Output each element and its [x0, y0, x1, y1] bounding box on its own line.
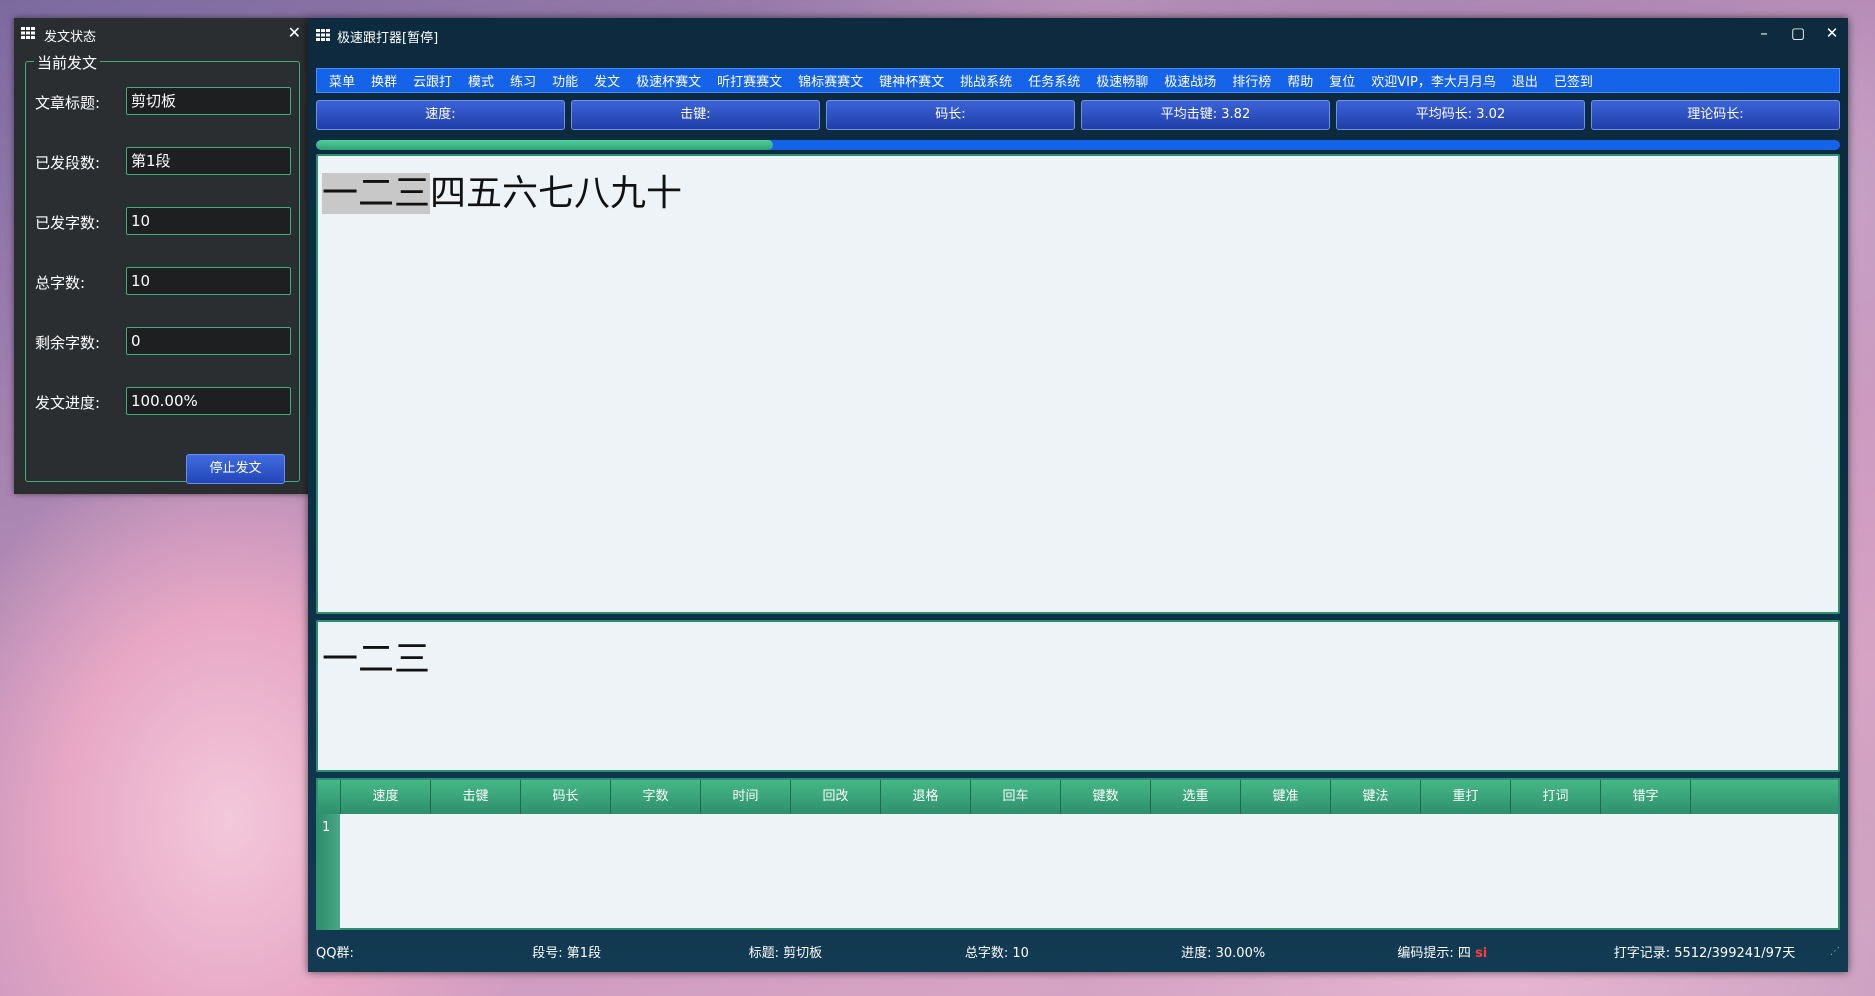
- column-header[interactable]: 回车: [971, 780, 1061, 814]
- typing-progress-fill: [316, 140, 774, 150]
- send-status-panel: 发文状态 ✕ 当前发文 文章标题: 剪切板 已发段数: 第1段 已发字数: 10…: [14, 18, 309, 494]
- column-header[interactable]: 键准: [1241, 780, 1331, 814]
- column-header[interactable]: 码长: [521, 780, 611, 814]
- menu-item[interactable]: 排行榜: [1224, 71, 1279, 90]
- stats-bar: 速度: 击键: 码长: 平均击键: 3.82 平均码长: 3.02 理论码长:: [316, 100, 1840, 130]
- status-bar: QQ群: 段号: 第1段 标题: 剪切板 总字数: 10 进度: 30.00% …: [316, 936, 1840, 966]
- menu-item[interactable]: 练习: [502, 71, 544, 90]
- menu-bar: 菜单 换群 云跟打 模式 练习 功能 发文 极速杯赛文 听打赛赛文 锦标赛赛文 …: [316, 68, 1840, 93]
- send-status-title: 发文状态: [44, 30, 97, 45]
- column-header[interactable]: 键法: [1331, 780, 1421, 814]
- menu-item[interactable]: 模式: [460, 71, 502, 90]
- typed-text: 一二三: [322, 639, 431, 680]
- avg-keystroke-stat[interactable]: 平均击键: 3.82: [1081, 100, 1330, 130]
- row-header[interactable]: 1: [318, 814, 340, 930]
- menu-item[interactable]: 功能: [544, 71, 586, 90]
- menu-item[interactable]: 菜单: [321, 71, 363, 90]
- menu-item[interactable]: 键神杯赛文: [871, 71, 952, 90]
- menu-item[interactable]: 换群: [363, 71, 405, 90]
- source-remaining-portion: 四五六七八九十: [430, 173, 683, 214]
- column-header[interactable]: 打词: [1511, 780, 1601, 814]
- source-text-area[interactable]: 一二三四五六七八九十: [316, 154, 1840, 614]
- menu-item[interactable]: 挑战系统: [952, 71, 1020, 90]
- window-title: 极速跟打器[暂停]: [337, 31, 439, 46]
- sent-segments-field[interactable]: 第1段: [126, 147, 291, 175]
- column-header[interactable]: 键数: [1061, 780, 1151, 814]
- column-header[interactable]: 退格: [881, 780, 971, 814]
- keystroke-stat[interactable]: 击键:: [571, 100, 820, 130]
- column-header[interactable]: 时间: [701, 780, 791, 814]
- close-icon[interactable]: ✕: [288, 23, 301, 42]
- total-chars-label: 总字数:: [35, 274, 86, 292]
- column-header[interactable]: 回改: [791, 780, 881, 814]
- table-header: 速度 击键 码长 字数 时间 回改 退格 回车 键数 选重 键准 键法 重打 打…: [318, 780, 1838, 814]
- article-title-field[interactable]: 剪切板: [126, 87, 291, 115]
- typing-record-status: 打字记录: 5512/399241/97天: [1613, 945, 1796, 961]
- maximize-icon[interactable]: ▢: [1788, 24, 1808, 42]
- column-header[interactable]: 选重: [1151, 780, 1241, 814]
- menu-item[interactable]: 极速杯赛文: [628, 71, 709, 90]
- app-grid-icon: [316, 29, 330, 41]
- resize-grip-icon[interactable]: ⋰: [1830, 946, 1840, 957]
- theory-code-length-stat[interactable]: 理论码长:: [1591, 100, 1840, 130]
- minimize-icon[interactable]: –: [1754, 24, 1774, 42]
- column-header[interactable]: 重打: [1421, 780, 1511, 814]
- code-hint-label: 编码提示: 四: [1397, 945, 1471, 961]
- menu-item[interactable]: 极速畅聊: [1088, 71, 1156, 90]
- menu-item[interactable]: 云跟打: [405, 71, 460, 90]
- result-table: 速度 击键 码长 字数 时间 回改 退格 回车 键数 选重 键准 键法 重打 打…: [316, 778, 1840, 930]
- app-grid-icon: [21, 27, 35, 39]
- send-status-titlebar[interactable]: 发文状态 ✕: [14, 18, 309, 50]
- menu-item[interactable]: 发文: [586, 71, 628, 90]
- code-hint-status: 编码提示: 四 si: [1397, 942, 1613, 961]
- column-header[interactable]: 字数: [611, 780, 701, 814]
- table-corner: [318, 780, 341, 814]
- menu-item[interactable]: 极速战场: [1156, 71, 1224, 90]
- source-typed-portion: 一二三: [322, 173, 431, 214]
- group-title: 当前发文: [34, 52, 101, 73]
- sent-chars-label: 已发字数:: [35, 214, 101, 232]
- stop-send-button[interactable]: 停止发文: [186, 454, 285, 484]
- send-progress-field[interactable]: 100.00%: [126, 387, 291, 415]
- menu-item[interactable]: 复位: [1321, 71, 1363, 90]
- remaining-chars-label: 剩余字数:: [35, 334, 101, 352]
- typing-input-area[interactable]: 一二三: [316, 620, 1840, 772]
- article-title-label: 文章标题:: [35, 94, 101, 112]
- title-status: 标题: 剪切板: [748, 945, 823, 961]
- qq-group-status: QQ群:: [316, 945, 354, 961]
- menu-item[interactable]: 帮助: [1279, 71, 1321, 90]
- code-hint-code: si: [1475, 945, 1488, 961]
- menu-item[interactable]: 退出: [1504, 71, 1546, 90]
- main-window: 极速跟打器[暂停] – ▢ ✕ 菜单 换群 云跟打 模式 练习 功能 发文 极速…: [308, 18, 1848, 972]
- row-number: 1: [322, 820, 331, 835]
- menu-item[interactable]: 已签到: [1546, 71, 1601, 90]
- column-header[interactable]: 击键: [431, 780, 521, 814]
- source-text: 一二三四五六七八九十: [322, 164, 682, 216]
- menu-item[interactable]: 听打赛赛文: [709, 71, 790, 90]
- code-length-stat[interactable]: 码长:: [826, 100, 1075, 130]
- total-chars-status: 总字数: 10: [964, 945, 1029, 961]
- remaining-chars-field[interactable]: 0: [126, 327, 291, 355]
- current-send-group: 当前发文 文章标题: 剪切板 已发段数: 第1段 已发字数: 10 总字数: 1…: [25, 52, 300, 484]
- sent-chars-field[interactable]: 10: [126, 207, 291, 235]
- segment-status: 段号: 第1段: [532, 945, 602, 961]
- column-header[interactable]: 错字: [1601, 780, 1691, 814]
- speed-stat[interactable]: 速度:: [316, 100, 565, 130]
- sent-segments-label: 已发段数:: [35, 154, 101, 172]
- close-icon[interactable]: ✕: [1822, 24, 1842, 42]
- send-progress-label: 发文进度:: [35, 394, 101, 412]
- menu-item[interactable]: 锦标赛赛文: [790, 71, 871, 90]
- total-chars-field[interactable]: 10: [126, 267, 291, 295]
- menu-item[interactable]: 任务系统: [1020, 71, 1088, 90]
- progress-status: 进度: 30.00%: [1181, 945, 1266, 961]
- avg-code-length-stat[interactable]: 平均码长: 3.02: [1336, 100, 1585, 130]
- menu-item[interactable]: 欢迎VIP，李大月月鸟: [1363, 71, 1504, 90]
- typing-progress-bar: [316, 140, 1840, 150]
- column-header[interactable]: 速度: [341, 780, 431, 814]
